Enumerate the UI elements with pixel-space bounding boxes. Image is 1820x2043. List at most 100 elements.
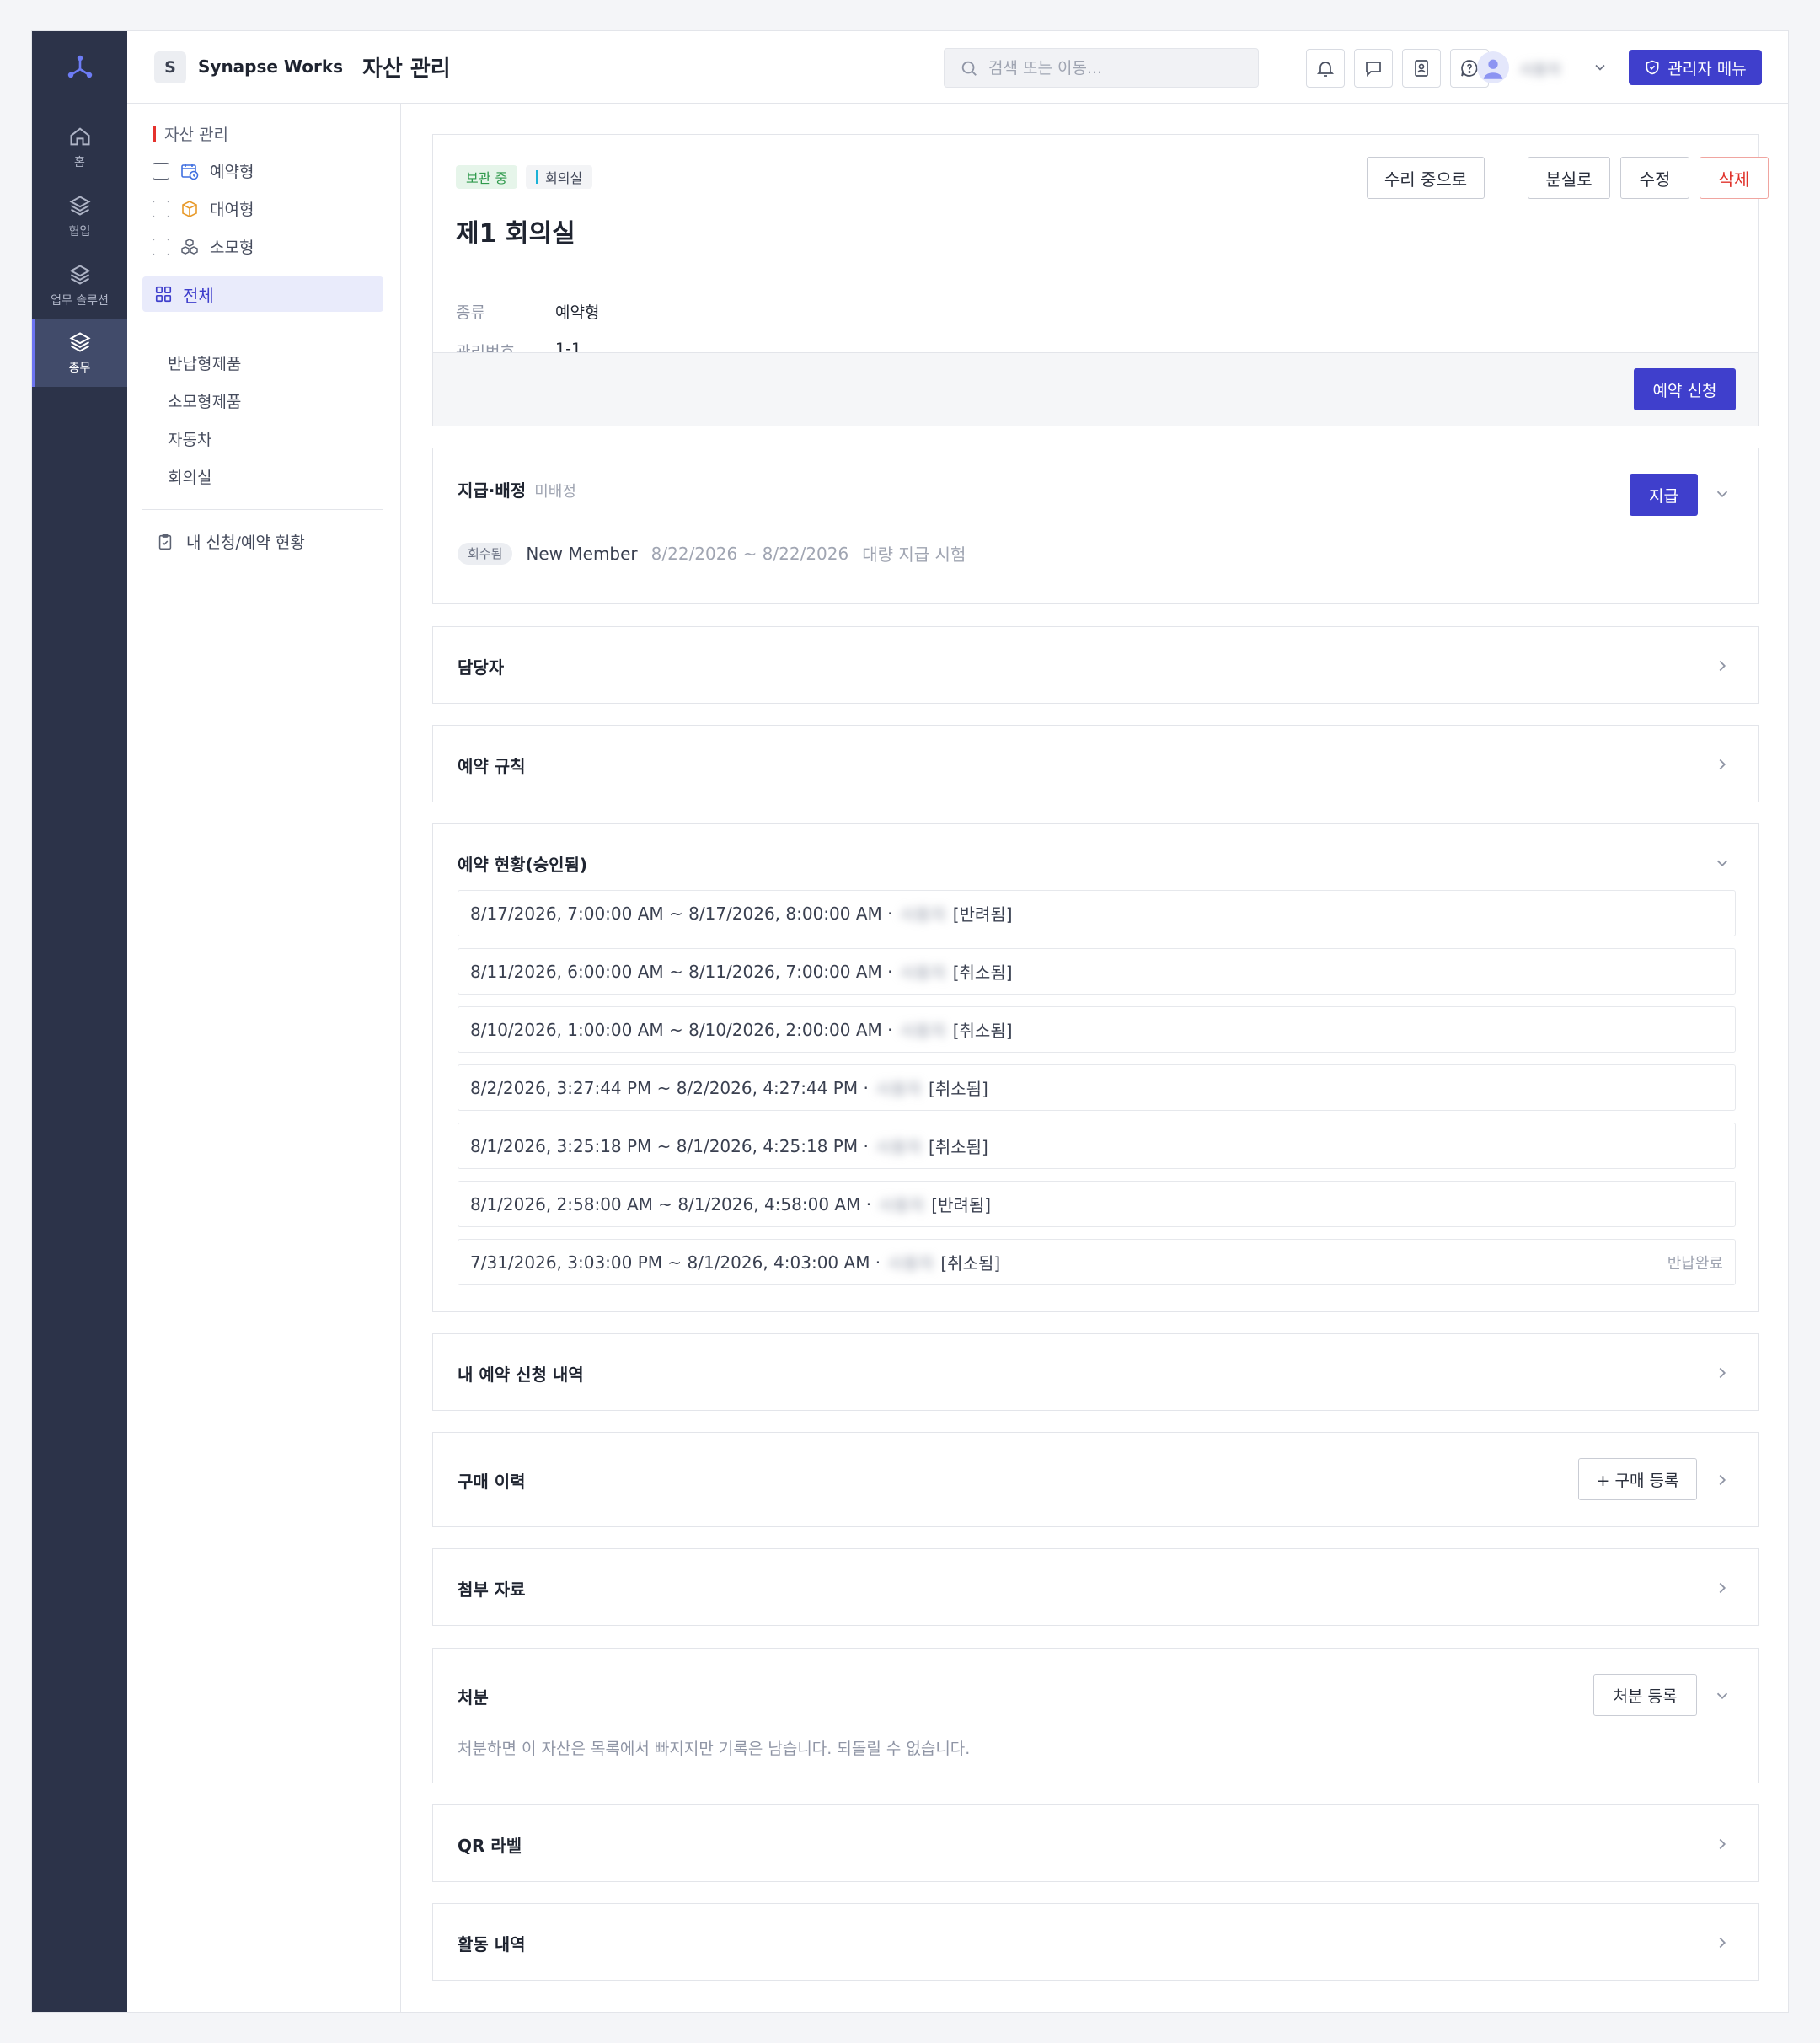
my-requests-section[interactable]: 내 예약 신청 내역 [432,1333,1759,1411]
bell-icon [1316,62,1335,77]
sidebar-item-label: 내 신청/예약 현황 [186,534,305,552]
checkbox[interactable] [153,200,169,217]
app-logo-icon[interactable] [32,50,127,83]
chevron-right-icon[interactable] [1713,755,1732,777]
sidebar-item-all[interactable]: 전체 [142,276,383,312]
reservation-user: 사용자 [887,1253,934,1274]
checkbox[interactable] [153,238,169,255]
sidebar-item-returnable[interactable]: 반납형제품 [168,351,241,374]
search-input[interactable] [988,58,1241,78]
sidebar-section-title: 자산 관리 [153,122,228,145]
app-window: 홈 협업 업무 솔루션 총무 S Synapse Works 자산 관리 검색 … [31,30,1789,2013]
rail-item-general-affairs[interactable]: 총무 [32,319,127,387]
disposal-description: 처분하면 이 자산은 목록에서 빠지지만 기록은 남습니다. 되돌릴 수 없습니… [458,1740,971,1758]
manager-section[interactable]: 담당자 [432,626,1759,704]
attachments-section[interactable]: 첨부 자료 [432,1548,1759,1626]
sidebar: 자산 관리 예약형 대여형 소모형 전체 반납형제품 소모형제품 자동차 회의실… [127,104,401,2012]
mark-lost-button[interactable]: 분실로 [1528,157,1610,199]
section-title: 예약 현황(승인됨) [458,855,588,875]
org-avatar[interactable]: S [154,51,186,83]
reservation-user: 사용자 [875,1079,923,1099]
user-name[interactable]: 사용자 [1519,58,1561,80]
page-title: 자산 관리 [362,56,451,82]
chevron-right-icon[interactable] [1713,1579,1732,1601]
user-avatar[interactable] [1477,51,1509,83]
chevron-down-icon[interactable] [1713,485,1732,507]
mark-repair-button[interactable]: 수리 중으로 [1367,157,1485,199]
status-badge: 보관 중 [456,165,518,189]
sidebar-item-my-requests[interactable]: 내 신청/예약 현황 [156,530,305,553]
section-marker [153,125,156,142]
rail-label: 총무 [68,362,91,375]
boxes-icon [181,238,198,255]
messages-button[interactable] [1354,49,1393,88]
qr-label-section[interactable]: QR 라벨 [432,1804,1759,1882]
dispose-button[interactable]: 처분 등록 [1593,1674,1697,1716]
contact-book-icon [1415,60,1428,77]
reservation-row[interactable]: 8/10/2026, 1:00:00 AM ~ 8/10/2026, 2:00:… [458,1006,1736,1053]
asset-header-card: 보관 중 회의실 제1 회의실 종류 예약형 관리번호 1-1 수리 중으로 분… [432,134,1769,426]
search-box[interactable] [944,48,1259,88]
layers-icon [68,265,91,285]
filter-reservable[interactable]: 예약형 [153,159,254,182]
layers-icon [68,196,91,216]
reservation-row[interactable]: 8/1/2026, 2:58:00 AM ~ 8/1/2026, 4:58:00… [458,1181,1736,1227]
search-icon [961,61,977,76]
reservations-section: 예약 현황(승인됨) 8/17/2026, 7:00:00 AM ~ 8/17/… [432,823,1759,1312]
chevron-down-icon[interactable] [1713,854,1732,876]
delete-button[interactable]: 삭제 [1700,157,1769,199]
section-title: QR 라벨 [458,1836,522,1856]
returned-badge: 회수됨 [458,542,513,565]
chat-icon [1366,62,1381,78]
issue-button[interactable]: 지급 [1630,474,1698,516]
reservation-user: 사용자 [899,1021,946,1041]
sidebar-item-meeting-room[interactable]: 회의실 [168,465,211,488]
issue-period: 8/22/2026 ~ 8/22/2026 [650,543,849,564]
rail-item-home[interactable]: 홈 [32,114,127,181]
meta-value: 예약형 [555,303,600,322]
add-purchase-button[interactable]: + 구매 등록 [1578,1458,1697,1500]
filter-label: 소모형 [210,239,254,257]
chevron-right-icon[interactable] [1713,1364,1732,1386]
category-badge: 회의실 [526,165,593,189]
box-icon [182,200,197,217]
reservation-row[interactable]: 8/17/2026, 7:00:00 AM ~ 8/17/2026, 8:00:… [458,890,1736,936]
reservation-row[interactable]: 8/1/2026, 3:25:18 PM ~ 8/1/2026, 4:25:18… [458,1123,1736,1169]
checkbox[interactable] [153,162,169,180]
rail-item-collab[interactable]: 협업 [32,183,127,250]
issue-state: 미배정 [534,483,576,501]
return-status: 반납완료 [1667,1254,1723,1273]
reserve-button[interactable]: 예약 신청 [1634,368,1736,410]
chevron-down-icon[interactable] [1592,59,1609,79]
purchase-section[interactable]: 구매 이력 + 구매 등록 [432,1432,1759,1527]
notifications-button[interactable] [1306,49,1345,88]
org-name[interactable]: Synapse Works [198,56,343,77]
reservation-user: 사용자 [875,1137,923,1157]
sidebar-item-label: 전체 [183,285,214,306]
clipboard-check-icon [158,534,172,550]
section-title: 처분 [458,1687,489,1708]
sidebar-item-consumable[interactable]: 소모형제품 [168,389,241,412]
asset-title: 제1 회의실 [456,219,575,249]
edit-button[interactable]: 수정 [1620,157,1689,199]
rail-item-solutions[interactable]: 업무 솔루션 [32,252,127,319]
admin-menu-label: 관리자 메뉴 [1667,59,1747,78]
contacts-button[interactable] [1402,49,1441,88]
admin-menu-button[interactable]: 관리자 메뉴 [1629,50,1762,85]
chevron-right-icon[interactable] [1713,1835,1732,1857]
chevron-down-icon[interactable] [1713,1686,1732,1708]
chevron-right-icon[interactable] [1713,1933,1732,1955]
rules-section[interactable]: 예약 규칙 [432,725,1759,802]
activity-section[interactable]: 활동 내역 [432,1903,1759,1981]
reservation-row[interactable]: 7/31/2026, 3:03:00 PM ~ 8/1/2026, 4:03:0… [458,1239,1736,1285]
reservation-row[interactable]: 8/2/2026, 3:27:44 PM ~ 8/2/2026, 4:27:44… [458,1064,1736,1111]
chevron-right-icon[interactable] [1713,1471,1732,1493]
top-bar: S Synapse Works 자산 관리 사용자 관리자 메뉴 [127,31,1788,104]
filter-consumable[interactable]: 소모형 [153,235,254,258]
chevron-right-icon[interactable] [1713,657,1732,678]
section-title: 구매 이력 [458,1472,526,1492]
issue-card: 지급·배정 미배정 지급 회수됨 New Member 8/22/2026 ~ … [432,448,1759,604]
reservation-row[interactable]: 8/11/2026, 6:00:00 AM ~ 8/11/2026, 7:00:… [458,948,1736,995]
filter-rental[interactable]: 대여형 [153,197,254,220]
sidebar-item-vehicle[interactable]: 자동차 [168,427,211,450]
